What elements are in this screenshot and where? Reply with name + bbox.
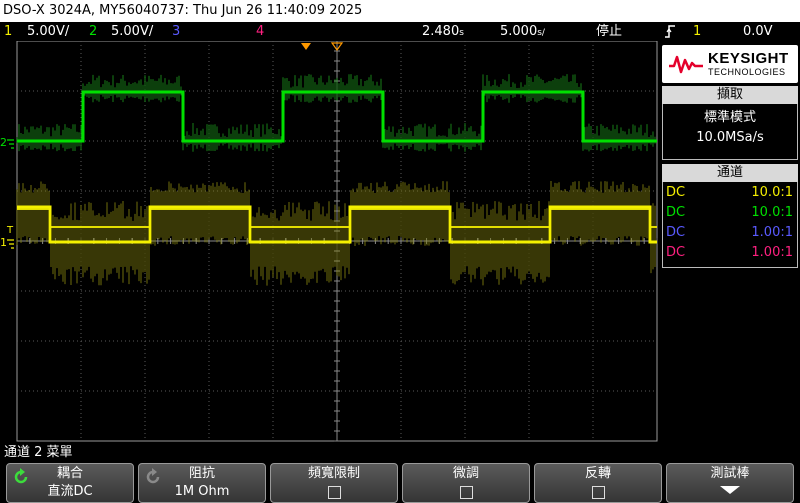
trigger-level[interactable]: 0.0V <box>743 22 773 41</box>
side-info-panel: KEYSIGHT TECHNOLOGIES 擷取 標準模式 10.0MSa/s … <box>660 41 800 444</box>
probe-row-ch1: DC 10.0:1 <box>663 183 797 203</box>
probe-row-ch2: DC 10.0:1 <box>663 203 797 223</box>
waveform-display[interactable]: 2 T 1 <box>0 41 660 444</box>
window-title: DSO-X 3024A, MY56040737: Thu Jun 26 11:4… <box>0 0 800 22</box>
fine-adjust-checkbox[interactable] <box>459 486 473 499</box>
waveform-canvas: 2 T 1 <box>0 41 658 442</box>
probe-softkey[interactable]: 測試棒 <box>666 463 794 503</box>
rotate-knob-icon <box>12 468 30 489</box>
ch1-ground-label: 1 <box>0 236 7 249</box>
ch3-coupling: DC <box>666 225 686 240</box>
invert-label: 反轉 <box>584 466 611 481</box>
trigger-delay-marker[interactable] <box>301 43 311 50</box>
keysight-wave-icon <box>669 55 703 74</box>
ch1-number[interactable]: 1 <box>4 22 12 41</box>
trigger-level-label: T <box>6 225 14 236</box>
timebase-value: 5.000 <box>500 24 538 39</box>
ch2-probe-ratio: 10.0:1 <box>751 205 793 220</box>
ch1-probe-ratio: 10.0:1 <box>751 185 793 200</box>
menu-title: 通道 2 菜單 <box>4 445 73 460</box>
probe-label: 測試棒 <box>710 466 750 481</box>
ch1-coupling: DC <box>666 185 686 200</box>
time-delay[interactable]: 2.480s <box>422 22 464 43</box>
trigger-source[interactable]: 1 <box>693 22 701 41</box>
ch1-scale[interactable]: 5.00V/ <box>27 22 69 41</box>
ch2-ground-label: 2 <box>0 136 7 149</box>
bandwidth-limit-checkbox[interactable] <box>327 486 341 499</box>
run-state: 停止 <box>596 24 623 39</box>
sample-rate: 10.0MSa/s <box>696 130 764 145</box>
rotate-knob-icon <box>144 468 162 489</box>
fine-adjust-label: 微調 <box>452 466 479 481</box>
probe-row-ch4: DC 1.00:1 <box>663 243 797 263</box>
bandwidth-limit-label: 頻寬限制 <box>307 466 360 481</box>
invert-checkbox[interactable] <box>591 486 605 499</box>
status-bar: 1 5.00V/ 2 5.00V/ 3 4 2.480s 5.000s/ 停止 … <box>0 22 800 41</box>
time-delay-unit: s <box>459 28 464 38</box>
ch2-coupling: DC <box>666 205 686 220</box>
brand-subtitle: TECHNOLOGIES <box>708 67 786 77</box>
ch3-number[interactable]: 3 <box>172 22 180 41</box>
softkey-bar: 耦合 直流DC 阻抗 1M Ohm 頻寬限制 微調 反轉 測試棒 <box>0 461 800 503</box>
ch2-number[interactable]: 2 <box>89 22 97 41</box>
acquisition-header: 擷取 <box>662 86 798 104</box>
fine-adjust-softkey[interactable]: 微調 <box>402 463 530 503</box>
acquisition-box: 標準模式 10.0MSa/s <box>662 104 798 160</box>
bandwidth-limit-softkey[interactable]: 頻寬限制 <box>270 463 398 503</box>
timebase[interactable]: 5.000s/ <box>500 22 545 43</box>
ch2-noise-envelope <box>16 74 656 152</box>
ch3-probe-ratio: 1.00:1 <box>751 225 793 240</box>
time-delay-value: 2.480 <box>422 24 460 39</box>
coupling-softkey[interactable]: 耦合 直流DC <box>6 463 134 503</box>
brand-name: KEYSIGHT <box>708 50 789 67</box>
ch1-ground-marker[interactable]: 1 <box>0 236 14 249</box>
channels-box: DC 10.0:1 DC 10.0:1 DC 1.00:1 DC 1.00:1 <box>662 182 798 268</box>
probe-row-ch3: DC 1.00:1 <box>663 223 797 243</box>
ch1-noise-envelope <box>16 181 656 286</box>
ch4-probe-ratio: 1.00:1 <box>751 245 793 260</box>
trigger-level-marker[interactable]: T <box>6 225 14 236</box>
ch2-ground-marker[interactable]: 2 <box>0 136 14 149</box>
down-arrow-icon <box>720 486 740 494</box>
ch4-number[interactable]: 4 <box>256 22 264 41</box>
timebase-unit: s/ <box>537 28 545 38</box>
channels-header: 通道 <box>662 164 798 182</box>
invert-softkey[interactable]: 反轉 <box>534 463 662 503</box>
impedance-softkey[interactable]: 阻抗 1M Ohm <box>138 463 266 503</box>
acquisition-mode: 標準模式 <box>703 110 756 125</box>
ch2-scale[interactable]: 5.00V/ <box>111 22 153 41</box>
ch4-coupling: DC <box>666 245 686 260</box>
brand-logo: KEYSIGHT TECHNOLOGIES <box>662 45 798 83</box>
